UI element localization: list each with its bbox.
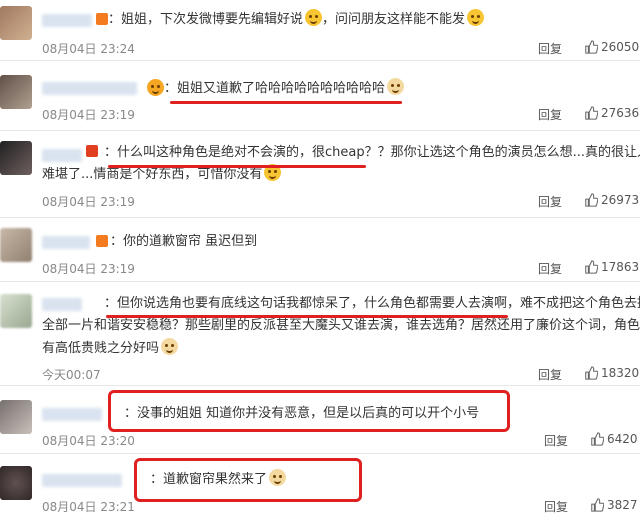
- reply-button[interactable]: 回复: [544, 498, 568, 515]
- like-button[interactable]: 26050: [584, 40, 639, 54]
- thumbs-up-icon: [585, 260, 598, 274]
- laughing-emoji: [467, 9, 485, 26]
- thumbs-up-icon: [591, 498, 604, 512]
- like-count: 26050: [601, 40, 640, 54]
- thumbs-up-icon: [585, 366, 598, 380]
- timestamp: 08月04日 23:21: [42, 500, 135, 514]
- fire-badge-icon: [96, 13, 108, 25]
- thumbs-up-icon: [585, 40, 598, 54]
- reply-button[interactable]: 回复: [538, 106, 562, 123]
- laughing-emoji: [305, 9, 323, 26]
- username-blurred[interactable]: [42, 82, 137, 95]
- avatar[interactable]: [0, 6, 32, 40]
- reply-button[interactable]: 回复: [538, 366, 562, 383]
- username-blurred[interactable]: [42, 298, 82, 311]
- username-blurred[interactable]: [42, 408, 102, 421]
- avatar[interactable]: [0, 400, 32, 434]
- red-highlight-box: [134, 458, 362, 502]
- like-button[interactable]: 27636: [584, 106, 639, 120]
- dog-emoji: [161, 338, 179, 355]
- red-underline: [106, 315, 508, 318]
- thumbs-up-icon: [585, 193, 598, 207]
- like-button[interactable]: 26973: [584, 193, 639, 207]
- like-button[interactable]: 18320: [584, 366, 639, 380]
- comment-text-line-3: 有高低贵贱之分好吗: [42, 337, 179, 360]
- reply-button[interactable]: 回复: [538, 40, 562, 57]
- like-button[interactable]: 3827: [590, 498, 638, 512]
- comment-text: ：姐姐，下次发微博要先编辑好说 ，问问朋友这样能不能发: [108, 8, 485, 31]
- username-blurred[interactable]: [42, 14, 92, 27]
- comment-item: ：姐姐，下次发微博要先编辑好说 ，问问朋友这样能不能发 08月04日 23:24 …: [0, 0, 640, 61]
- like-count: 3827: [607, 498, 638, 512]
- avatar[interactable]: [0, 75, 32, 109]
- dog-emoji: [387, 78, 405, 95]
- username-blurred[interactable]: [42, 236, 90, 249]
- comment-text-line-1: ：但你说选角也要有底线这句话我都惊呆了，什么角色都需要人去演啊，难不成把这个角色…: [104, 296, 640, 311]
- timestamp: 08月04日 23:20: [42, 434, 135, 448]
- reply-button[interactable]: 回复: [544, 432, 568, 449]
- fire-badge-icon: [86, 145, 98, 157]
- timestamp: 08月04日 23:24: [42, 42, 135, 56]
- heart-eyes-emoji: [147, 79, 164, 96]
- red-underline: [108, 165, 366, 168]
- reply-button[interactable]: 回复: [538, 260, 562, 277]
- timestamp: 08月04日 23:19: [42, 108, 135, 122]
- comment-text: ：你的道歉窗帘 虽迟但到: [110, 234, 258, 249]
- avatar[interactable]: [0, 466, 32, 500]
- like-count: 27636: [601, 106, 640, 120]
- fire-badge-icon: [96, 235, 108, 247]
- avatar[interactable]: [0, 141, 32, 175]
- comment-item: ：姐姐又道歉了哈哈哈哈哈哈哈哈哈哈 08月04日 23:19 回复 27636: [0, 61, 640, 131]
- avatar[interactable]: [0, 228, 32, 262]
- like-count: 6420: [607, 432, 638, 446]
- timestamp: 今天00:07: [42, 368, 101, 382]
- timestamp: 08月04日 23:19: [42, 195, 135, 209]
- comment-text-line-1: ：什么叫这种角色是绝对不会演的，很cheap？？那你让选这个角色的演员怎么想..…: [104, 145, 640, 160]
- like-button[interactable]: 17863: [584, 260, 639, 274]
- like-count: 17863: [601, 260, 640, 274]
- comment-item: ：道歉窗帘果然来了 08月04日 23:21 回复 3827: [0, 454, 640, 524]
- timestamp: 08月04日 23:19: [42, 262, 135, 276]
- like-button[interactable]: 6420: [590, 432, 638, 446]
- red-highlight-box: [108, 390, 510, 432]
- comment-item: ：什么叫这种角色是绝对不会演的，很cheap？？那你让选这个角色的演员怎么想..…: [0, 131, 640, 218]
- red-underline: [170, 101, 402, 104]
- avatar[interactable]: [0, 294, 32, 328]
- username-blurred[interactable]: [42, 474, 122, 487]
- comment-item: ：你的道歉窗帘 虽迟但到 08月04日 23:19 回复 17863: [0, 218, 640, 282]
- like-count: 26973: [601, 193, 640, 207]
- like-count: 18320: [601, 366, 640, 380]
- reply-button[interactable]: 回复: [538, 193, 562, 210]
- username-blurred[interactable]: [42, 149, 82, 162]
- comment-item: ：没事的姐姐 知道你并没有恶意，但是以后真的可以开个小号 08月04日 23:2…: [0, 386, 640, 454]
- thumbs-up-icon: [585, 106, 598, 120]
- comment-item: ：但你说选角也要有底线这句话我都惊呆了，什么角色都需要人去演啊，难不成把这个角色…: [0, 282, 640, 386]
- thumbs-up-icon: [591, 432, 604, 446]
- comment-text: ：姐姐又道歉了哈哈哈哈哈哈哈哈哈哈: [164, 77, 405, 100]
